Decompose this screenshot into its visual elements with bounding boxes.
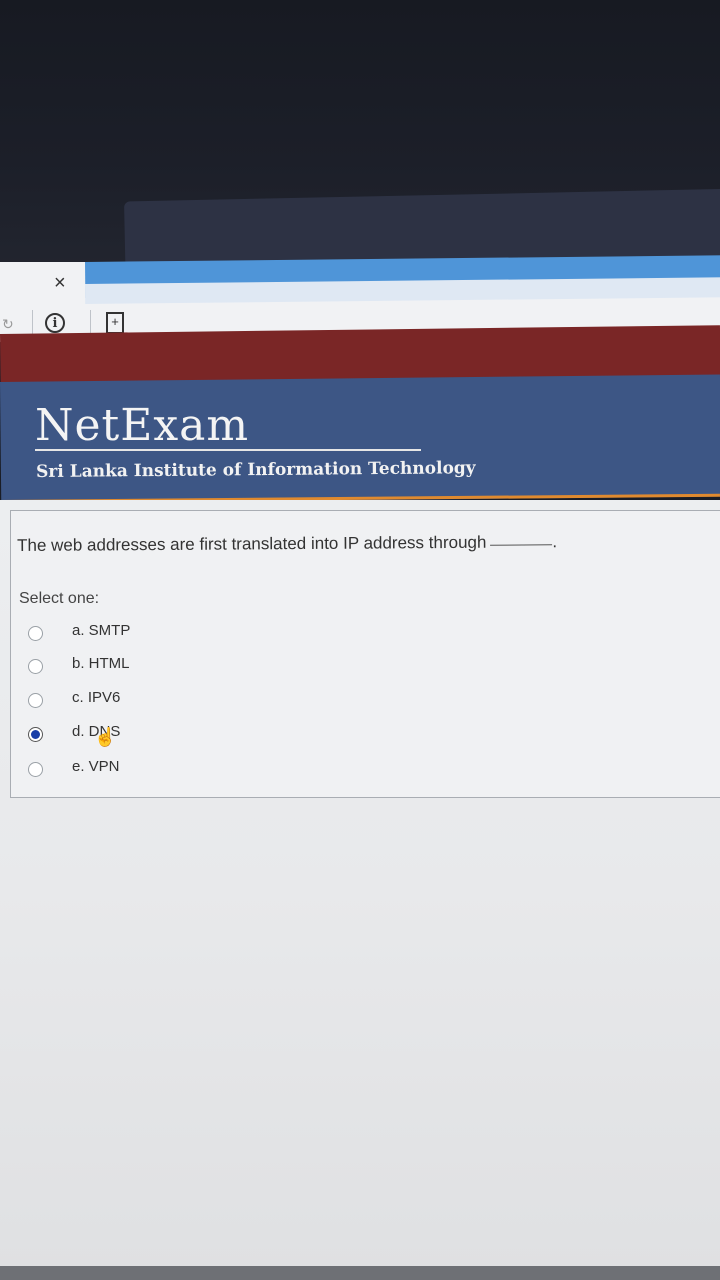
logo-divider (35, 449, 421, 451)
option-e-radio[interactable] (28, 762, 43, 777)
select-one-prompt: Select one: (19, 590, 100, 607)
option-a[interactable]: a. SMTP (28, 622, 328, 648)
option-b[interactable]: b. HTML (28, 655, 328, 681)
close-tab-icon[interactable]: × (54, 272, 66, 295)
reload-icon[interactable]: ↻ (2, 316, 14, 333)
institution-name: Sri Lanka Institute of Information Techn… (36, 458, 476, 482)
option-a-label[interactable]: a. SMTP (72, 622, 130, 639)
screen-bottom-edge (0, 1266, 720, 1280)
option-d-radio[interactable] (28, 727, 43, 742)
option-c-label[interactable]: c. IPV6 (72, 689, 120, 706)
answer-blank (490, 544, 553, 546)
hand-cursor-icon: ☝ (94, 727, 117, 747)
toolbar-divider (32, 310, 33, 336)
option-b-radio[interactable] (28, 659, 43, 674)
info-icon[interactable]: i (45, 313, 65, 333)
option-c-radio[interactable] (28, 693, 43, 708)
option-a-radio[interactable] (28, 626, 43, 641)
page-icon[interactable]: + (106, 312, 124, 334)
option-e-label[interactable]: e. VPN (72, 758, 120, 775)
netexam-logo[interactable]: NetExam (35, 400, 249, 451)
question-text: The web addresses are first translated i… (17, 532, 558, 555)
option-c[interactable]: c. IPV6 (28, 689, 328, 715)
option-e[interactable]: e. VPN (28, 758, 328, 784)
option-b-label[interactable]: b. HTML (72, 655, 130, 672)
option-d[interactable]: d. DNS (28, 723, 328, 749)
